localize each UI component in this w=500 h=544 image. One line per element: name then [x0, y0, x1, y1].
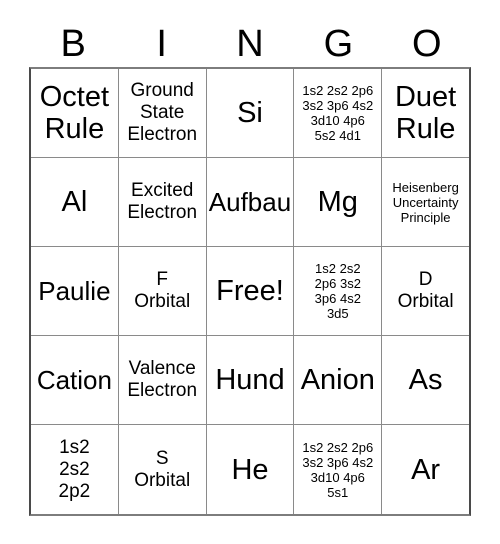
bingo-cell-b2[interactable]: Al: [31, 158, 119, 246]
bingo-cell-n2[interactable]: Aufbau: [206, 158, 295, 246]
bingo-cell-n5[interactable]: He: [206, 425, 295, 514]
bingo-cell-i5[interactable]: S Orbital: [118, 425, 207, 514]
bingo-cell-label: 1s2 2s2 2p6 3s2 3p6 4s2 3d5: [314, 261, 361, 321]
bingo-cell-o5[interactable]: Ar: [382, 425, 469, 514]
bingo-cell-label: F Orbital: [134, 269, 191, 312]
bingo-letter-o: O: [412, 22, 442, 65]
bingo-cell-g1[interactable]: 1s2 2s2 2p6 3s2 3p6 4s2 3d10 4p6 5s2 4d1: [294, 69, 383, 157]
bingo-cell-n4[interactable]: Hund: [206, 336, 295, 424]
bingo-cell-o4[interactable]: As: [382, 336, 469, 424]
bingo-card: B I N G O Octet Rule Ground State Electr…: [29, 20, 471, 516]
bingo-cell-free-space[interactable]: Free!: [206, 247, 295, 335]
bingo-cell-g2[interactable]: Mg: [294, 158, 383, 246]
bingo-cell-label: Si: [237, 97, 263, 129]
bingo-cell-b4[interactable]: Cation: [31, 336, 119, 424]
bingo-cell-label: Al: [61, 186, 88, 218]
bingo-row: 1s2 2s2 2p2 S Orbital He 1s2 2s2 2p6 3s2…: [31, 425, 469, 514]
bingo-header: B I N G O: [29, 20, 471, 67]
bingo-cell-label: S Orbital: [134, 447, 191, 491]
bingo-cell-label: Paulie: [38, 275, 111, 306]
bingo-row: Paulie F Orbital Free! 1s2 2s2 2p6 3s2 3…: [31, 247, 469, 336]
bingo-cell-label: Heisenberg Uncertainty Principle: [392, 179, 459, 225]
bingo-cell-o1[interactable]: Duet Rule: [382, 69, 469, 157]
bingo-cell-o2[interactable]: Heisenberg Uncertainty Principle: [382, 158, 469, 246]
bingo-cell-label: 1s2 2s2 2p6 3s2 3p6 4s2 3d10 4p6 5s1: [302, 439, 374, 500]
bingo-cell-label: Anion: [300, 364, 375, 396]
bingo-cell-label: 1s2 2s2 2p6 3s2 3p6 4s2 3d10 4p6 5s2 4d1: [302, 83, 374, 143]
bingo-cell-label: Cation: [36, 364, 112, 395]
bingo-cell-i3[interactable]: F Orbital: [118, 247, 207, 335]
bingo-cell-b3[interactable]: Paulie: [31, 247, 119, 335]
bingo-cell-label: Free!: [216, 275, 284, 307]
bingo-cell-label: 1s2 2s2 2p2: [58, 436, 91, 502]
bingo-cell-label: Excited Electron: [127, 180, 198, 223]
bingo-cell-label: He: [231, 453, 269, 486]
bingo-cell-i2[interactable]: Excited Electron: [118, 158, 207, 246]
bingo-cell-label: Duet Rule: [394, 81, 457, 145]
bingo-cell-g4[interactable]: Anion: [294, 336, 383, 424]
bingo-row: Octet Rule Ground State Electron Si 1s2 …: [31, 69, 469, 158]
bingo-cell-label: Valence Electron: [127, 358, 198, 401]
bingo-cell-n1[interactable]: Si: [206, 69, 295, 157]
bingo-row: Cation Valence Electron Hund Anion As: [31, 336, 469, 425]
bingo-cell-label: Octet Rule: [39, 81, 110, 145]
bingo-letter-n: N: [236, 22, 264, 65]
bingo-letter-i: I: [156, 22, 167, 65]
bingo-cell-g3[interactable]: 1s2 2s2 2p6 3s2 3p6 4s2 3d5: [294, 247, 383, 335]
bingo-cell-label: D Orbital: [397, 269, 454, 312]
bingo-row: Al Excited Electron Aufbau Mg Heisenberg…: [31, 158, 469, 247]
bingo-cell-i4[interactable]: Valence Electron: [118, 336, 207, 424]
bingo-grid: Octet Rule Ground State Electron Si 1s2 …: [29, 67, 471, 516]
bingo-letter-b: B: [60, 22, 86, 65]
bingo-cell-label: Aufbau: [208, 186, 292, 217]
bingo-cell-label: Ar: [411, 453, 441, 486]
bingo-cell-b1[interactable]: Octet Rule: [31, 69, 119, 157]
bingo-cell-label: As: [408, 364, 443, 396]
bingo-cell-o3[interactable]: D Orbital: [382, 247, 469, 335]
bingo-letter-g: G: [323, 22, 354, 65]
bingo-cell-g5[interactable]: 1s2 2s2 2p6 3s2 3p6 4s2 3d10 4p6 5s1: [294, 425, 383, 514]
bingo-cell-b5[interactable]: 1s2 2s2 2p2: [31, 425, 119, 514]
bingo-cell-label: Ground State Electron: [127, 80, 198, 145]
bingo-cell-label: Hund: [215, 364, 285, 396]
bingo-cell-i1[interactable]: Ground State Electron: [118, 69, 207, 157]
bingo-cell-label: Mg: [317, 186, 358, 218]
